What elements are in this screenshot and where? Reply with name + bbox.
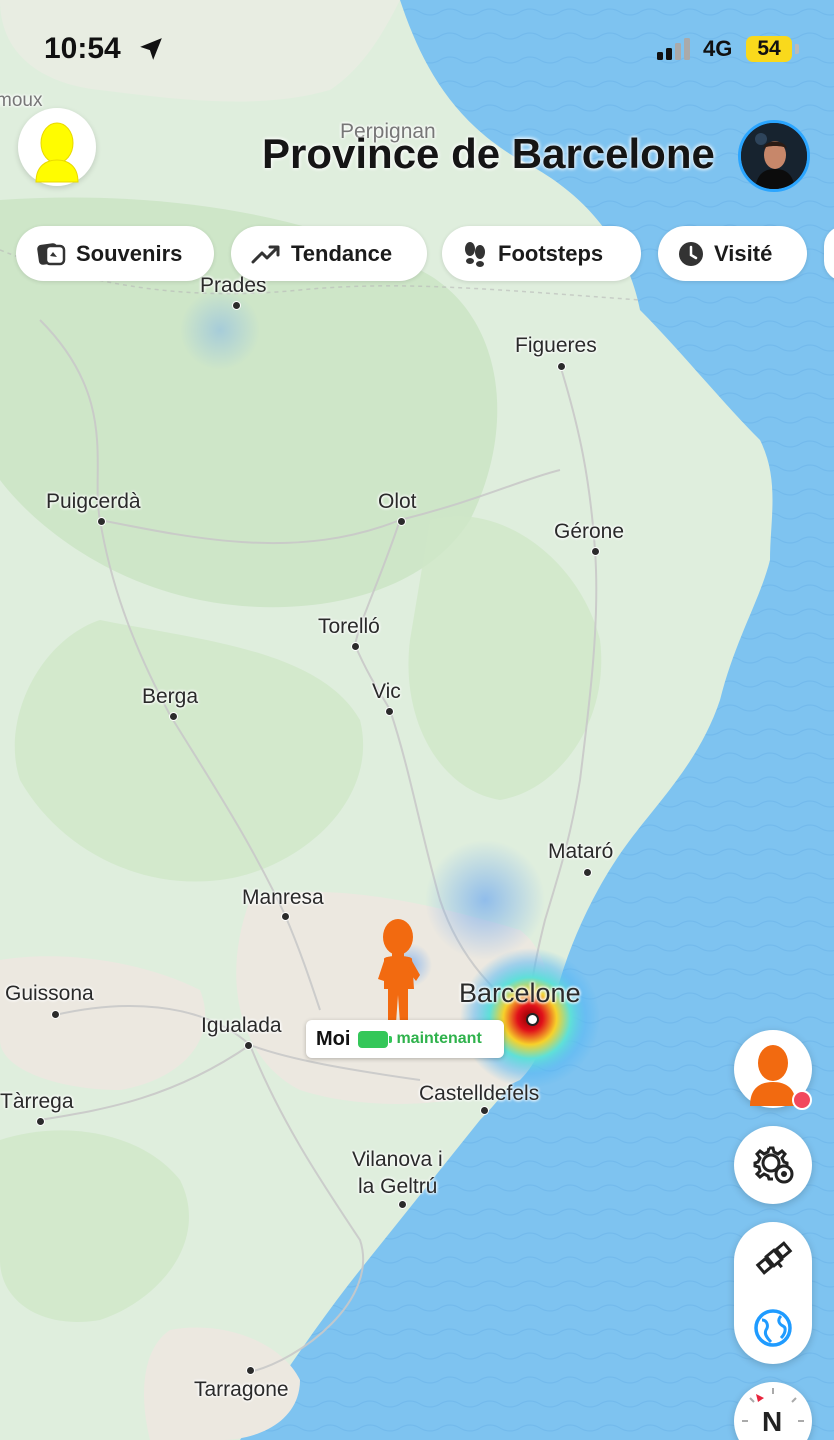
place-label[interactable]: Tarragone — [194, 1378, 289, 1402]
place-dot — [244, 1041, 253, 1050]
user-bitmoji-marker[interactable] — [372, 915, 432, 1027]
place-label[interactable]: Figueres — [515, 334, 597, 358]
place-label[interactable]: Guissona — [5, 982, 94, 1006]
place-dot — [51, 1010, 60, 1019]
filter-souvenirs[interactable]: Souvenirs — [16, 226, 214, 281]
clock-icon — [679, 241, 703, 266]
notification-dot — [792, 1090, 812, 1110]
chip-label: Tendance — [291, 240, 393, 266]
place-label[interactable]: Torelló — [318, 615, 380, 639]
filter-footsteps[interactable]: Footsteps — [442, 226, 641, 281]
place-label[interactable]: Vic — [372, 680, 401, 704]
place-dot — [557, 362, 566, 371]
signal-icon — [657, 38, 690, 60]
battery-tip — [795, 44, 799, 54]
place-dot — [583, 868, 592, 877]
ghost-avatar-icon — [35, 122, 79, 183]
place-dot — [97, 517, 106, 526]
trending-icon — [251, 245, 280, 263]
my-bitmoji-button[interactable] — [18, 108, 96, 186]
profile-photo-icon — [741, 123, 807, 189]
place-label[interactable]: Tàrrega — [0, 1090, 74, 1114]
place-dot — [591, 547, 600, 556]
place-label[interactable]: Barcelone — [459, 978, 581, 1009]
chip-label: Souvenirs — [76, 240, 183, 266]
page-title: Province de Barcelone — [262, 130, 715, 177]
place-label[interactable]: Vilanova i — [352, 1148, 443, 1172]
place-dot — [351, 642, 360, 651]
place-label[interactable]: Castelldefels — [419, 1082, 539, 1106]
filter-visite[interactable]: Visité — [658, 226, 807, 281]
place-dot — [397, 517, 406, 526]
clock: 10:54 — [44, 32, 121, 65]
place-dot — [398, 1200, 407, 1209]
place-label[interactable]: Mataró — [548, 840, 613, 864]
place-dot — [246, 1366, 255, 1375]
footsteps-icon — [465, 241, 485, 267]
compass-north-label: N — [762, 1406, 783, 1437]
settings-button[interactable] — [734, 1126, 812, 1204]
user-name: Moi — [316, 1027, 351, 1050]
place-dot — [36, 1117, 45, 1126]
network-type: 4G — [703, 36, 733, 61]
profile-avatar[interactable] — [738, 120, 810, 192]
chip-label: Footsteps — [498, 240, 604, 266]
place-label[interactable]: la Geltrú — [358, 1175, 437, 1199]
gear-icon — [753, 1146, 794, 1184]
satellite-icon[interactable] — [754, 1238, 794, 1278]
place-label[interactable]: Berga — [142, 685, 198, 709]
place-dot — [169, 712, 178, 721]
filter-tendance[interactable]: Tendance — [231, 226, 427, 281]
my-location-bitmoji-button[interactable] — [734, 1030, 812, 1110]
place-dot — [281, 912, 290, 921]
memories-icon — [37, 242, 66, 265]
place-label[interactable]: Manresa — [242, 886, 324, 910]
battery-icon — [358, 1030, 393, 1048]
place-dot — [480, 1106, 489, 1115]
snap-map-screen: moux Perpignan Prades Figueres Puigcerdà… — [0, 0, 834, 1440]
last-seen-time: maintenant — [396, 1030, 482, 1047]
chip-label: Visité — [714, 240, 773, 266]
place-dot — [385, 707, 394, 716]
battery-level: 54 — [746, 36, 792, 62]
place-label[interactable]: Olot — [378, 490, 417, 514]
place-dot — [232, 301, 241, 310]
layers-panel — [734, 1222, 812, 1364]
user-location-tag[interactable]: Moi maintenant — [306, 1020, 504, 1058]
compass-button[interactable]: N — [734, 1382, 812, 1440]
heatmap-center-dot[interactable] — [526, 1013, 539, 1026]
globe-icon[interactable] — [753, 1308, 793, 1348]
place-label[interactable]: Gérone — [554, 520, 624, 544]
location-arrow-icon — [140, 38, 162, 60]
place-label[interactable]: Puigcerdà — [46, 490, 141, 514]
place-label[interactable]: Igualada — [201, 1014, 282, 1038]
status-bar: 10:54 4G 54 — [0, 0, 834, 100]
map-canvas[interactable] — [0, 0, 834, 1440]
